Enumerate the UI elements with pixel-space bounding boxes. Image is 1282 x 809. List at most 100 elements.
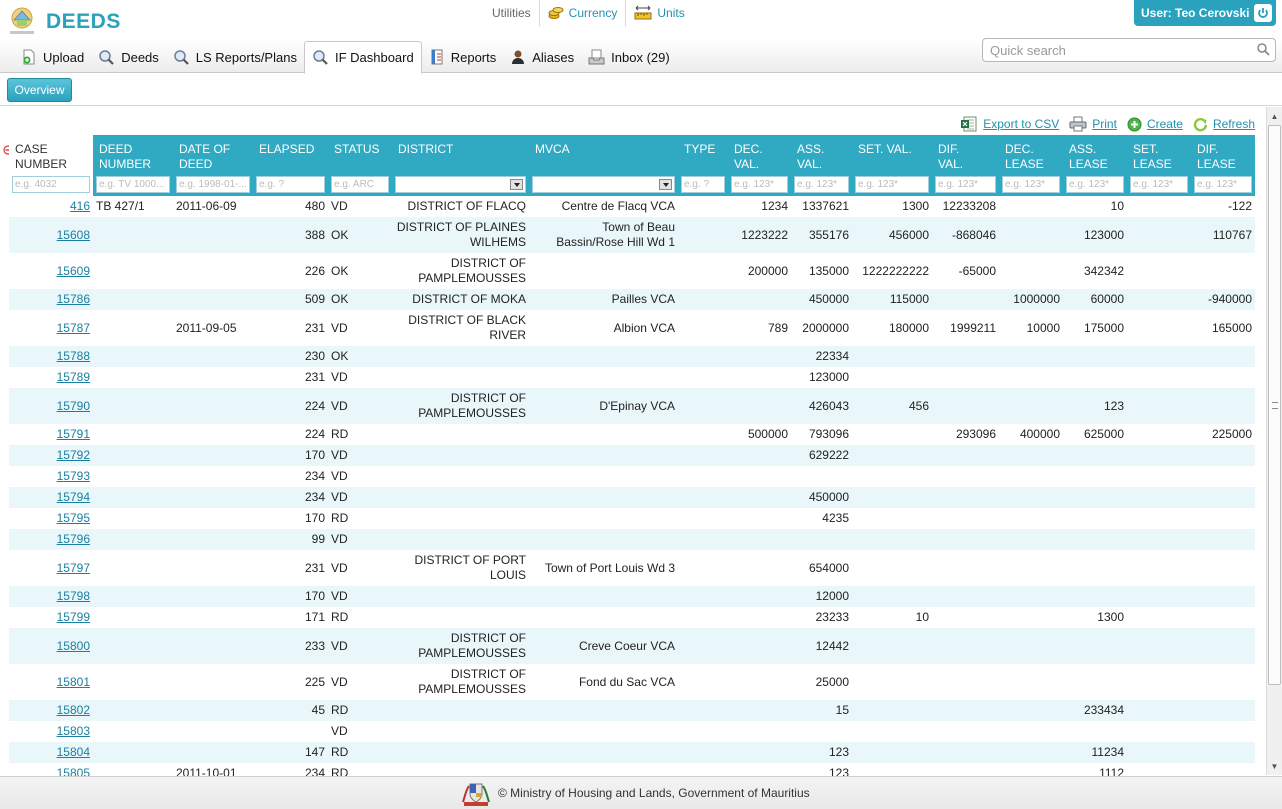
case-number-link[interactable]: 15794	[57, 490, 90, 504]
tab-if-dashboard[interactable]: IF Dashboard	[303, 41, 422, 74]
user-box[interactable]: User: Teo Cerovski	[1134, 0, 1276, 26]
dropdown-arrow-icon[interactable]	[510, 179, 523, 190]
column-header[interactable]: SET. LEASE	[1127, 135, 1191, 174]
tab-aliases[interactable]: Aliases	[503, 41, 581, 73]
column-filter-input[interactable]: e.g. 123*	[794, 176, 849, 193]
app-brand[interactable]: DEEDS	[46, 10, 121, 34]
table-row[interactable]: 15804 147 RD 123 11234	[9, 742, 1255, 763]
case-number-link[interactable]: 15791	[57, 427, 90, 441]
table-row[interactable]: 15788 230 OK 22334	[9, 346, 1255, 367]
case-number-link[interactable]: 15789	[57, 370, 90, 384]
column-filter-select[interactable]	[532, 176, 675, 193]
case-number-link[interactable]: 15793	[57, 469, 90, 483]
case-number-link[interactable]: 15788	[57, 349, 90, 363]
utilities-menu[interactable]: Utilities	[484, 0, 539, 26]
currency-menu[interactable]: Currency	[538, 0, 626, 26]
table-row[interactable]: 416 TB 427/1 2011-06-09 480 VD DISTRICT OF FL…	[9, 196, 1255, 217]
column-header[interactable]: DEC. LEASE	[999, 135, 1063, 174]
tab-reports[interactable]: Reports	[422, 41, 504, 73]
column-filter-input[interactable]: e.g. 4032	[12, 176, 90, 193]
column-filter-input[interactable]: e.g. ARC	[331, 176, 389, 193]
create-link[interactable]: Create	[1127, 117, 1183, 132]
column-filter-input[interactable]: e.g. TV 1000...	[96, 176, 170, 193]
column-header[interactable]: DISTRICT	[392, 135, 529, 174]
table-row[interactable]: 15798 170 VD 12000	[9, 586, 1255, 607]
export-csv-link[interactable]: Export to CSV	[960, 116, 1059, 132]
column-header[interactable]: CASE NUMBER	[9, 135, 93, 174]
scroll-down-arrow-icon[interactable]: ▼	[1267, 759, 1282, 773]
column-filter-select[interactable]	[395, 176, 526, 193]
logout-power-icon[interactable]	[1254, 4, 1272, 22]
tab-upload[interactable]: Upload	[14, 41, 91, 73]
column-filter-input[interactable]: e.g. 1998-01-...	[176, 176, 250, 193]
table-row[interactable]: 15799 171 RD 23233 10 1300	[9, 607, 1255, 628]
column-filter-input[interactable]: e.g. 123*	[935, 176, 996, 193]
column-header[interactable]: MVCA	[529, 135, 678, 174]
table-row[interactable]: 15796 99 VD	[9, 529, 1255, 550]
table-row[interactable]: 15786 509 OK DISTRICT OF MOKA Pailles VCA 450…	[9, 289, 1255, 310]
column-filter-input[interactable]: e.g. 123*	[1002, 176, 1060, 193]
print-link[interactable]: Print	[1069, 116, 1117, 132]
case-number-link[interactable]: 15804	[57, 745, 90, 759]
case-number-link[interactable]: 15792	[57, 448, 90, 462]
refresh-link[interactable]: Refresh	[1193, 117, 1255, 132]
table-row[interactable]: 15797 231 VD DISTRICT OF PORT LOUIS Town of …	[9, 550, 1255, 586]
column-header[interactable]: DIF. VAL.	[932, 135, 999, 174]
table-row[interactable]: 15609 226 OK DISTRICT OF PAMPLEMOUSSES 20000…	[9, 253, 1255, 289]
dropdown-arrow-icon[interactable]	[659, 179, 672, 190]
table-row[interactable]: 15789 231 VD 123000	[9, 367, 1255, 388]
column-filter-input[interactable]: e.g. ?	[681, 176, 725, 193]
table-row[interactable]: 15800 233 VD DISTRICT OF PAMPLEMOUSSES Creve…	[9, 628, 1255, 664]
tab-deeds[interactable]: Deeds	[91, 41, 166, 73]
table-row[interactable]: 15794 234 VD 450000	[9, 487, 1255, 508]
table-row[interactable]: 15795 170 RD 4235	[9, 508, 1255, 529]
column-header[interactable]: ASS. LEASE	[1063, 135, 1127, 174]
column-header[interactable]: SET. VAL.	[852, 135, 932, 174]
case-number-link[interactable]: 15796	[57, 532, 90, 546]
column-filter-input[interactable]: e.g. 123*	[731, 176, 788, 193]
case-number-link[interactable]: 15786	[57, 292, 90, 306]
column-filter-input[interactable]: e.g. 123*	[855, 176, 929, 193]
case-number-link[interactable]: 15797	[57, 561, 90, 575]
case-number-link[interactable]: 15800	[57, 639, 90, 653]
case-number-link[interactable]: 15790	[57, 399, 90, 413]
lavims-logo[interactable]	[8, 6, 36, 36]
table-row[interactable]: 15790 224 VD DISTRICT OF PAMPLEMOUSSES D'Epi…	[9, 388, 1255, 424]
case-number-link[interactable]: 15608	[57, 228, 90, 242]
column-filter-input[interactable]: e.g. 123*	[1066, 176, 1124, 193]
case-number-link[interactable]: 416	[70, 199, 90, 213]
search-icon[interactable]	[1257, 43, 1270, 56]
case-number-link[interactable]: 15609	[57, 264, 90, 278]
table-row[interactable]: 15792 170 VD 629222	[9, 445, 1255, 466]
scroll-up-arrow-icon[interactable]: ▲	[1267, 109, 1282, 123]
column-header[interactable]: ELAPSED	[253, 135, 328, 174]
table-row[interactable]: 15793 234 VD	[9, 466, 1255, 487]
column-header[interactable]: DEED NUMBER	[93, 135, 173, 174]
case-number-link[interactable]: 15802	[57, 703, 90, 717]
table-row[interactable]: 15802 45 RD 15 233434	[9, 700, 1255, 721]
table-row[interactable]: 15803 VD	[9, 721, 1255, 742]
tab-inbox[interactable]: Inbox (29)	[581, 41, 677, 73]
column-header[interactable]: ASS. VAL.	[791, 135, 852, 174]
column-filter-input[interactable]: e.g. 123*	[1194, 176, 1252, 193]
vertical-scrollbar[interactable]: ▲ ▼	[1266, 107, 1282, 775]
case-number-link[interactable]: 15801	[57, 675, 90, 689]
quick-search-input[interactable]	[982, 38, 1276, 62]
table-row[interactable]: 15787 2011-09-05 231 VD DISTRICT OF BLACK RI…	[9, 310, 1255, 346]
table-row[interactable]: 15791 224 RD 500000 793096 293096 400000 625000…	[9, 424, 1255, 445]
case-number-link[interactable]: 15795	[57, 511, 90, 525]
table-row[interactable]: 15801 225 VD DISTRICT OF PAMPLEMOUSSES Fond …	[9, 664, 1255, 700]
case-number-link[interactable]: 15799	[57, 610, 90, 624]
column-header[interactable]: DIF. LEASE	[1191, 135, 1255, 174]
units-menu[interactable]: Units	[625, 0, 692, 26]
scroll-thumb[interactable]	[1268, 125, 1281, 685]
column-header[interactable]: DEC. VAL.	[728, 135, 791, 174]
tab-ls-reports[interactable]: LS Reports/Plans	[166, 41, 304, 73]
column-filter-input[interactable]: e.g. 123*	[1130, 176, 1188, 193]
case-number-link[interactable]: 15803	[57, 724, 90, 738]
overview-button[interactable]: Overview	[7, 78, 72, 102]
case-number-link[interactable]: 15787	[57, 321, 90, 335]
column-header[interactable]: TYPE	[678, 135, 728, 174]
column-header[interactable]: STATUS	[328, 135, 392, 174]
case-number-link[interactable]: 15798	[57, 589, 90, 603]
